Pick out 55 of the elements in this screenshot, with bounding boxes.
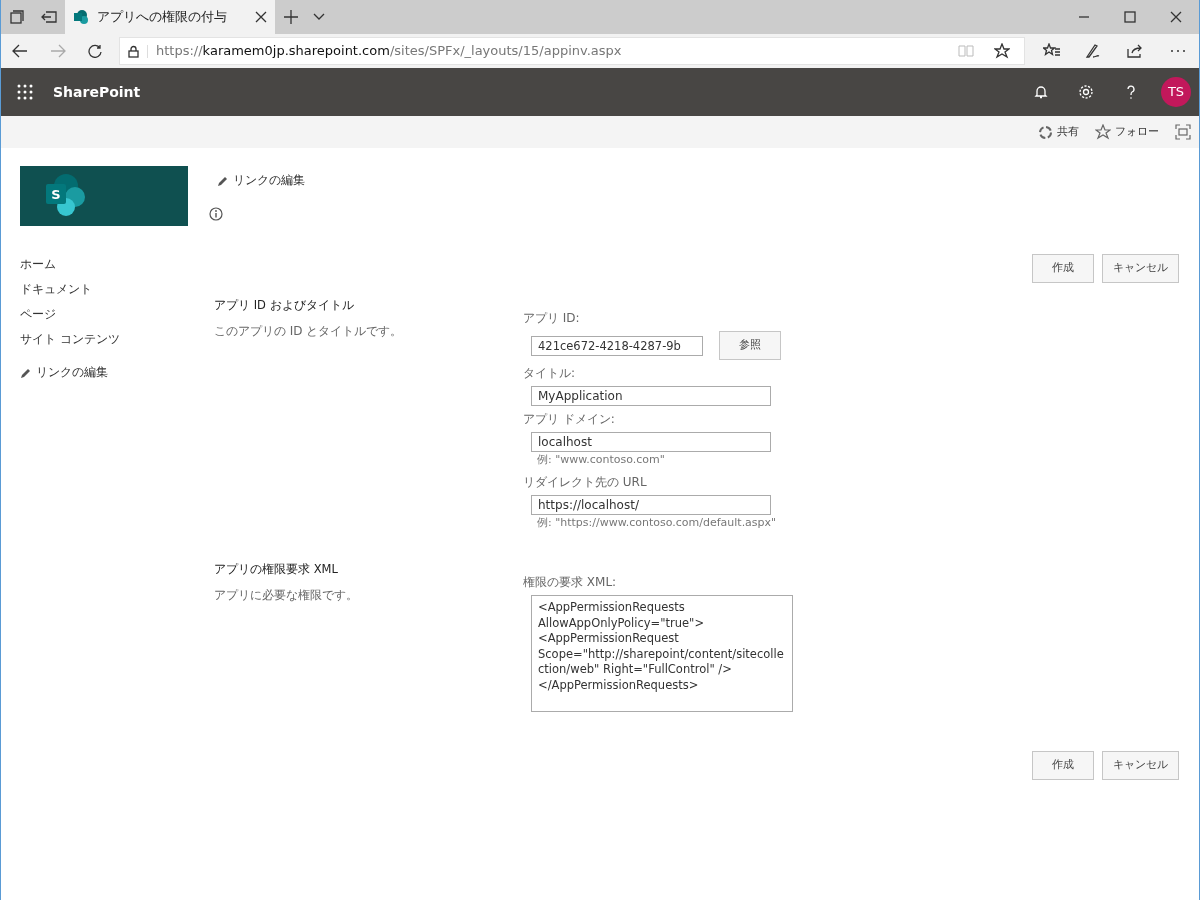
nav-link[interactable]: サイト コンテンツ xyxy=(20,327,201,352)
text-field[interactable]: MyApplication xyxy=(531,386,771,406)
pencil-icon xyxy=(20,366,32,379)
new-tab-icon[interactable] xyxy=(284,10,298,24)
app-launcher-icon[interactable] xyxy=(17,84,33,100)
close-icon[interactable] xyxy=(1170,11,1182,23)
favorites-icon[interactable] xyxy=(1043,43,1061,59)
section-title: アプリ ID およびタイトル xyxy=(214,297,355,314)
text-field[interactable]: localhost xyxy=(531,432,771,452)
app-name[interactable]: SharePoint xyxy=(53,81,141,103)
back-icon[interactable] xyxy=(12,44,28,58)
text-field[interactable]: https://localhost/ xyxy=(531,494,771,515)
xml-field[interactable]: <AppPermissionRequests AllowAppOnlyPolicy="true"> <AppPermissionRequest Scope="http://sharepoint/content/sitecollection/web" Right="FullControl" /> </AppPermissionRequests> xyxy=(531,595,793,712)
chevron-down-icon[interactable] xyxy=(313,13,325,21)
field-label: 権限の要求 XML: xyxy=(523,574,618,591)
edit-links-link[interactable]: リンクの編集 xyxy=(233,168,305,193)
share-icon[interactable] xyxy=(1038,124,1053,140)
field-label: アプリ ID: xyxy=(523,310,581,327)
field-label: アプリ ドメイン: xyxy=(523,411,616,428)
browser-tab[interactable]: アプリへの権限の付与 xyxy=(65,0,275,34)
browse-button[interactable]: 参照 xyxy=(719,331,781,360)
star-icon[interactable] xyxy=(994,43,1010,59)
maximize-icon[interactable] xyxy=(1124,11,1136,23)
nav-link[interactable]: ページ xyxy=(20,302,201,327)
follow-link[interactable]: フォロー xyxy=(1115,123,1159,141)
section-description: このアプリの ID とタイトルです。 xyxy=(214,323,404,341)
lock-icon xyxy=(128,44,139,58)
info-icon[interactable] xyxy=(209,207,223,221)
refresh-icon[interactable] xyxy=(88,44,104,58)
create-button[interactable]: 作成 xyxy=(1032,254,1094,283)
tab-restore-icon[interactable] xyxy=(41,11,57,23)
section-title: アプリの権限要求 XML xyxy=(214,561,339,578)
field-label: タイトル: xyxy=(523,365,577,382)
tabs-aside-icon[interactable] xyxy=(10,10,24,24)
star-icon[interactable] xyxy=(1095,124,1111,140)
nav-link[interactable]: ホーム xyxy=(20,252,201,277)
app-id-field[interactable]: 421ce672-4218-4287-9b xyxy=(531,335,703,356)
pencil-icon xyxy=(217,174,229,187)
focus-mode-icon[interactable] xyxy=(1175,124,1191,140)
cancel-button[interactable]: キャンセル xyxy=(1102,751,1179,780)
example-hint: 例: "www.contoso.com" xyxy=(536,452,666,468)
section-description: アプリに必要な権限です。 xyxy=(214,587,359,605)
sharepoint-icon xyxy=(73,9,89,25)
notification-icon[interactable] xyxy=(1032,84,1049,100)
close-icon[interactable] xyxy=(255,11,267,23)
tab-title: アプリへの権限の付与 xyxy=(97,8,228,27)
settings-icon[interactable] xyxy=(1077,84,1094,100)
cancel-button[interactable]: キャンセル xyxy=(1102,254,1179,283)
edit-links-link[interactable]: リンクの編集 xyxy=(36,360,108,385)
example-hint: 例: "https://www.contoso.com/default.aspx" xyxy=(536,514,778,531)
nav-link[interactable]: ドキュメント xyxy=(20,277,201,302)
field-label: リダイレクト先の URL xyxy=(523,473,648,491)
create-button[interactable]: 作成 xyxy=(1032,751,1094,780)
share-link[interactable]: 共有 xyxy=(1057,123,1079,141)
user-avatar[interactable]: TS xyxy=(1161,77,1191,107)
